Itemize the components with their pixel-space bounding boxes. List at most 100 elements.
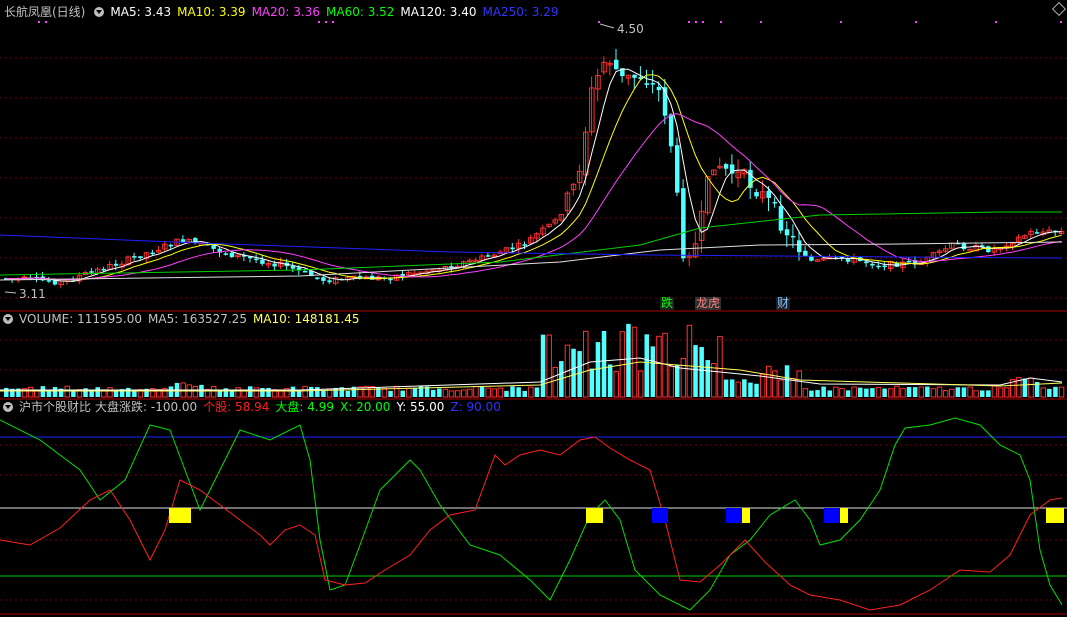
volume-bar <box>461 389 467 398</box>
volume-bar <box>107 387 113 398</box>
signal-dot <box>38 21 40 23</box>
volume-bar <box>253 387 260 398</box>
stock-ratio: 个股: 58.94 <box>203 400 270 414</box>
event-marker-finance[interactable]: 财 <box>776 297 791 310</box>
volume-bar <box>955 387 961 397</box>
ma20-line <box>5 113 1062 281</box>
candle-body <box>321 277 326 281</box>
volume-bar <box>735 381 741 398</box>
signal-block <box>824 508 840 523</box>
volume-bar <box>644 334 649 397</box>
candle-body <box>113 263 119 266</box>
volume-bar <box>235 387 241 398</box>
volume-bar <box>522 390 527 397</box>
candle-body <box>272 263 277 267</box>
candle-body <box>766 190 771 198</box>
volume-ma5: MA5: 163527.25 <box>148 312 247 326</box>
z-level: Z: 90.00 <box>450 400 501 414</box>
candle-body <box>89 271 94 273</box>
x-level: X: 20.00 <box>340 400 391 414</box>
volume-bar <box>1028 377 1034 398</box>
volume-bar <box>571 348 576 397</box>
indicator-menu-icon[interactable] <box>3 402 13 412</box>
candle-body <box>254 258 259 261</box>
volume-bar <box>27 386 34 398</box>
volume-bar <box>613 371 619 398</box>
candle-body <box>656 86 662 91</box>
ma-menu-icon[interactable] <box>94 7 105 17</box>
signal-dot <box>325 21 327 23</box>
volume-bar <box>589 368 595 397</box>
volume-bar <box>656 335 662 398</box>
volume-bar <box>296 390 302 397</box>
candle-body <box>150 252 155 255</box>
volume-bar <box>126 387 131 397</box>
high-marker <box>599 23 615 29</box>
volume-ma10: MA10: 148181.45 <box>252 312 360 326</box>
candle-body <box>675 145 680 193</box>
volume-bar <box>864 388 869 397</box>
volume-bar <box>827 390 832 397</box>
signal-dot <box>760 21 762 23</box>
volume-bar <box>906 387 912 397</box>
candle-body <box>522 244 527 246</box>
volume-bar <box>34 390 40 398</box>
signal-block <box>742 508 750 523</box>
signal-block <box>840 508 848 523</box>
volume-bar <box>699 346 704 397</box>
volume-bar <box>870 388 875 397</box>
volume-bar <box>936 386 943 398</box>
volume-bar <box>510 386 515 397</box>
signal-dot <box>915 21 917 23</box>
volume-bar <box>723 379 729 397</box>
ma120-value: MA120: 3.40 <box>400 5 477 19</box>
volume-bar <box>742 379 747 397</box>
volume-bar <box>52 387 58 397</box>
ma20-value: MA20: 3.36 <box>251 5 320 19</box>
signal-dot <box>318 21 320 23</box>
signal-dot <box>720 21 722 23</box>
volume-bar <box>930 388 937 398</box>
indicator-panel-header: 沪市个股财比 大盘涨跌: -100.00 个股: 58.94 大盘: 4.99 X: 2… <box>0 399 507 415</box>
volume-bar <box>400 390 405 397</box>
volume-bar <box>248 386 253 397</box>
event-marker-longhu[interactable]: 龙虎 <box>695 297 722 310</box>
candle-body <box>803 250 808 257</box>
volume-bar <box>1047 388 1052 397</box>
candle-body <box>784 229 790 236</box>
signal-dot <box>598 21 600 23</box>
volume-bar <box>473 385 479 398</box>
volume-bar <box>991 385 998 398</box>
candle-body <box>632 74 637 78</box>
candle-body <box>327 280 332 283</box>
high-price-label: 4.50 <box>617 22 644 36</box>
volume-menu-icon[interactable] <box>3 314 13 324</box>
candle-body <box>132 256 137 258</box>
volume-bar <box>552 366 558 398</box>
volume-bar <box>997 387 1004 398</box>
low-marker <box>4 291 17 294</box>
volume-bar <box>595 342 601 397</box>
volume-bar <box>650 346 656 397</box>
volume-bar <box>1022 378 1028 397</box>
volume-bar <box>754 383 759 397</box>
volume-bar <box>132 390 137 397</box>
volume-bar <box>637 370 644 398</box>
volume-bar <box>693 345 698 397</box>
volume-bar <box>168 386 174 397</box>
volume-bar <box>839 388 845 398</box>
volume-bar <box>260 387 265 397</box>
signal-dot <box>695 21 697 23</box>
candle-body <box>614 59 619 70</box>
event-marker-fall[interactable]: 跌 <box>660 297 675 310</box>
signal-block <box>586 508 603 523</box>
volume-bar <box>668 366 674 398</box>
candle-body <box>986 246 991 253</box>
volume-bar <box>711 363 717 398</box>
stock-ratio-line <box>0 436 1063 611</box>
chart-canvas[interactable] <box>0 0 1067 617</box>
volume-bar <box>479 386 485 397</box>
volume-bar <box>448 390 455 398</box>
candle-body <box>510 247 515 250</box>
volume-bar <box>1053 386 1058 397</box>
